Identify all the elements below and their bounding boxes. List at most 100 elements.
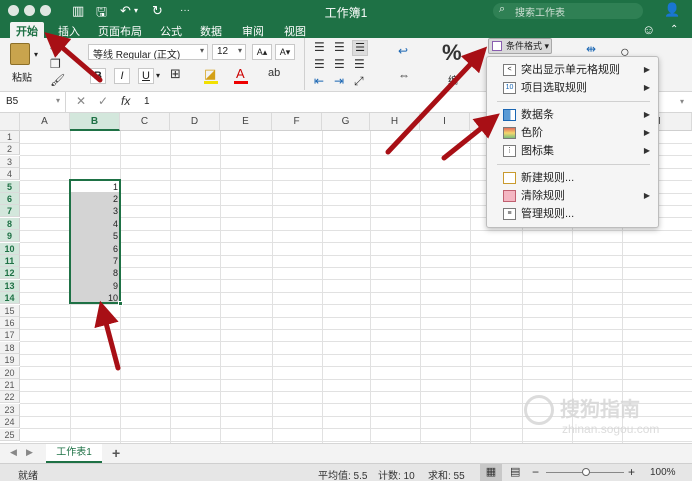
column-header-b[interactable]: B [70,113,120,131]
row-header[interactable]: 1 [0,131,20,143]
fx-icon[interactable]: fx [121,94,130,108]
select-all-corner[interactable] [0,113,20,131]
column-header-d[interactable]: D [170,113,220,131]
font-name-select[interactable]: 等线 Regular (正文) ▾ [88,44,208,60]
menu-item-icon-sets[interactable]: ⋮ 图标集 ▶ [487,142,658,160]
row-header[interactable]: 14 [0,292,20,305]
font-size-select[interactable]: 12 ▾ [212,44,246,60]
column-header-c[interactable]: C [120,113,170,131]
paste-dropdown-icon[interactable]: ▾ [34,50,38,59]
shrink-font-button[interactable]: A▾ [275,44,295,60]
search-input[interactable]: ⌕ 搜索工作表 [493,3,643,19]
page-layout-view-icon[interactable]: ▤ [510,465,520,478]
cell[interactable]: 2 [70,193,118,205]
merge-cells-icon[interactable]: ⇔ [398,68,410,82]
tab-data[interactable]: 数据 [200,23,222,39]
tab-page-layout[interactable]: 页面布局 [98,23,142,39]
row-header[interactable]: 3 [0,155,20,168]
row-header[interactable]: 15 [0,304,20,317]
cell[interactable]: 9 [70,280,118,292]
cell[interactable]: 6 [70,243,118,255]
column-header-a[interactable]: A [20,113,70,131]
row-header[interactable]: 16 [0,317,20,329]
cell[interactable]: 7 [70,255,118,267]
column-header-f[interactable]: F [272,113,322,131]
row-header[interactable]: 12 [0,267,20,280]
bold-button[interactable]: B [90,68,106,84]
row-header[interactable]: 10 [0,242,20,255]
decrease-indent-icon[interactable]: ⇤ [314,74,324,88]
borders-icon[interactable]: ⊞ [170,66,181,82]
tab-home[interactable]: 开始 [10,22,44,38]
menu-item-new-rule[interactable]: 新建规则... [487,169,658,187]
zoom-slider-thumb[interactable] [582,468,590,476]
row-header[interactable]: 21 [0,379,20,391]
formula-input[interactable]: 1 [144,96,150,107]
enter-icon[interactable]: ✓ [98,94,108,108]
next-sheet-icon[interactable]: ▶ [26,447,33,458]
fill-color-icon[interactable]: ◪ [204,66,216,82]
cell[interactable]: 5 [70,230,118,242]
italic-button[interactable]: I [114,68,130,84]
row-header[interactable]: 2 [0,143,20,156]
align-bottom-button[interactable]: ☰ [352,40,368,56]
row-header[interactable]: 22 [0,391,20,404]
menu-item-clear-rules[interactable]: 清除规则 ▶ [487,187,658,205]
row-header[interactable]: 23 [0,403,20,416]
column-header-i[interactable]: I [420,113,470,131]
row-header[interactable]: 9 [0,230,20,243]
cell[interactable]: 10 [70,292,118,304]
font-color-icon[interactable]: A [236,66,245,81]
row-header[interactable]: 19 [0,354,20,367]
normal-view-icon[interactable]: ▦ [480,464,502,481]
tab-view[interactable]: 视图 [284,23,306,39]
row-header[interactable]: 5 [0,180,20,193]
cell[interactable]: 4 [70,218,118,230]
row-header[interactable]: 4 [0,168,20,181]
cell[interactable]: 1 [70,181,118,193]
tab-formulas[interactable]: 公式 [160,23,182,39]
conditional-format-button[interactable]: 条件格式 ▾ [488,38,552,54]
row-header[interactable]: 20 [0,366,20,379]
row-header[interactable]: 11 [0,255,20,267]
column-header-g[interactable]: G [322,113,370,131]
prev-sheet-icon[interactable]: ◀ [10,447,17,458]
orientation-icon[interactable]: ⤢ [354,74,364,89]
menu-item-data-bars[interactable]: 数据条 ▶ [487,106,658,124]
column-header-h[interactable]: H [370,113,420,131]
name-box-dropdown-icon[interactable]: ▾ [56,96,60,105]
underline-button[interactable]: U [138,68,154,84]
phonetic-icon[interactable]: ab [268,67,280,79]
cut-icon[interactable]: ✂ [50,40,60,54]
row-header[interactable]: 25 [0,428,20,441]
paste-icon[interactable] [10,43,30,65]
menu-item-manage-rules[interactable]: ≡ 管理规则... [487,205,658,223]
ribbon-collapse-icon[interactable]: ⌃ [670,24,678,35]
cancel-icon[interactable]: ✕ [76,94,86,108]
row-header[interactable]: 18 [0,341,20,354]
cell[interactable]: 8 [70,267,118,279]
sheet-tab-sheet1[interactable]: 工作表1 [46,444,102,463]
align-middle-icon[interactable]: ☰ [334,40,345,54]
align-right-icon[interactable]: ☰ [354,57,365,71]
fill-handle[interactable] [118,301,123,306]
share-person-icon[interactable]: 👤 [664,2,680,18]
format-painter-icon[interactable]: 🖌 [50,73,65,87]
add-sheet-button[interactable]: + [112,445,120,461]
row-header[interactable]: 17 [0,329,20,342]
align-center-icon[interactable]: ☰ [334,57,345,71]
cell[interactable]: 3 [70,205,118,217]
align-top-icon[interactable]: ☰ [314,40,325,54]
zoom-out-icon[interactable]: − [532,465,539,479]
zoom-in-icon[interactable]: + [628,465,635,479]
underline-dropdown-icon[interactable]: ▾ [156,71,160,80]
percent-icon[interactable]: % [442,40,462,66]
align-left-icon[interactable]: ☰ [314,57,325,71]
feedback-smile-icon[interactable]: ☺ [642,22,655,37]
grow-font-button[interactable]: A▴ [252,44,272,60]
copy-icon[interactable]: ❐ [50,57,61,71]
insert-cells-icon[interactable]: ⇹ [586,42,596,56]
row-header[interactable]: 6 [0,193,20,205]
row-header[interactable]: 7 [0,205,20,218]
row-header[interactable]: 13 [0,279,20,292]
